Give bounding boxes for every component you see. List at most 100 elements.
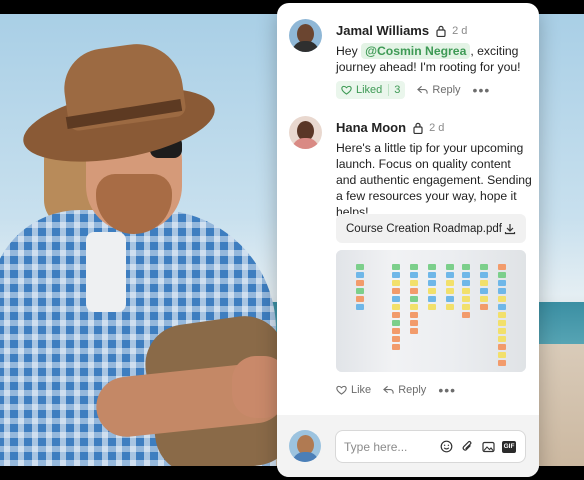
sticky-note — [498, 272, 506, 278]
sticky-note — [462, 296, 470, 302]
reply-icon — [383, 385, 394, 394]
more-icon[interactable]: ••• — [438, 383, 456, 397]
sticky-note — [480, 288, 488, 294]
sticky-note — [428, 272, 436, 278]
sticky-note — [428, 288, 436, 294]
attachment-name: Course Creation Roadmap.pdf — [346, 222, 502, 235]
sticky-note — [446, 288, 454, 294]
sticky-note — [446, 304, 454, 310]
sticky-note — [498, 280, 506, 286]
avatar-body — [292, 138, 319, 149]
gif-icon[interactable]: GIF — [501, 439, 517, 455]
author-name[interactable]: Hana Moon — [336, 120, 406, 135]
timestamp: 2 d — [452, 24, 468, 37]
comment-actions: Liked 3 Reply ••• — [336, 81, 490, 99]
attachment-chip[interactable]: Course Creation Roadmap.pdf — [336, 214, 526, 243]
like-button[interactable]: Like — [336, 384, 371, 396]
sticky-note — [498, 328, 506, 334]
sticky-note — [480, 272, 488, 278]
sticky-note — [462, 304, 470, 310]
more-icon[interactable]: ••• — [473, 83, 491, 97]
sticky-note — [410, 264, 418, 270]
attach-icon[interactable] — [459, 439, 475, 455]
sticky-note — [392, 336, 400, 342]
sticky-note — [410, 288, 418, 294]
reply-label: Reply — [398, 384, 427, 396]
lock-icon — [413, 122, 423, 134]
author-line: Hana Moon 2 d — [336, 120, 444, 135]
comment-text: Here's a little tip for your upcoming la… — [336, 141, 532, 219]
sticky-note — [498, 352, 506, 358]
sticky-note — [428, 280, 436, 286]
sticky-note — [392, 272, 400, 278]
liked-label: Liked — [356, 84, 383, 96]
sticky-note — [498, 344, 506, 350]
sticky-note — [480, 280, 488, 286]
sticky-note — [356, 264, 364, 270]
sticky-note — [428, 304, 436, 310]
sticky-note — [446, 264, 454, 270]
image-icon[interactable] — [480, 439, 496, 455]
heart-icon — [336, 385, 347, 395]
emoji-icon[interactable] — [438, 439, 454, 455]
reply-button[interactable]: Reply — [417, 84, 461, 96]
sticky-note — [498, 312, 506, 318]
sticky-note — [480, 264, 488, 270]
liked-button[interactable]: Liked 3 — [336, 81, 406, 99]
author-line: Jamal Williams 2 d — [336, 23, 467, 38]
sticky-note — [498, 288, 506, 294]
sticky-note — [446, 272, 454, 278]
sticky-note — [462, 288, 470, 294]
reply-button[interactable]: Reply — [383, 384, 426, 396]
sticky-note — [498, 336, 506, 342]
comment-text: Hey @Cosmin Negrea, exciting journey ahe… — [336, 43, 532, 75]
comments-card: Jamal Williams 2 d Hey @Cosmin Negrea, e… — [277, 3, 539, 477]
avatar[interactable] — [289, 116, 322, 149]
sticky-note — [356, 288, 364, 294]
sticky-note — [428, 264, 436, 270]
reply-label: Reply — [432, 84, 461, 96]
sticky-note — [392, 280, 400, 286]
sticky-note — [392, 320, 400, 326]
sticky-note — [462, 280, 470, 286]
author-name[interactable]: Jamal Williams — [336, 23, 429, 38]
lock-icon — [436, 25, 446, 37]
sticky-note — [356, 304, 364, 310]
sticky-note — [498, 360, 506, 366]
sticky-note — [446, 280, 454, 286]
sticky-note — [392, 264, 400, 270]
sticky-note — [428, 296, 436, 302]
avatar — [289, 430, 321, 462]
sticky-note — [392, 296, 400, 302]
timestamp: 2 d — [429, 121, 445, 134]
sticky-note — [498, 320, 506, 326]
sticky-note — [392, 344, 400, 350]
sticky-note — [410, 320, 418, 326]
sticky-note — [498, 304, 506, 310]
sticky-note — [498, 296, 506, 302]
sticky-note — [392, 304, 400, 310]
sticky-note — [392, 312, 400, 318]
avatar[interactable] — [289, 19, 322, 52]
reply-icon — [417, 85, 429, 94]
sticky-note — [410, 312, 418, 318]
mention-link[interactable]: @Cosmin Negrea — [361, 43, 471, 59]
sticky-note — [410, 272, 418, 278]
download-icon[interactable] — [504, 223, 516, 235]
comment-input-box: GIF — [335, 430, 526, 463]
undershirt — [86, 232, 126, 312]
sticky-note — [392, 328, 400, 334]
sticky-note — [498, 264, 506, 270]
comment-text-prefix: Hey — [336, 44, 362, 58]
avatar-body — [292, 452, 319, 462]
comment-actions: Like Reply ••• — [336, 381, 456, 399]
sticky-note — [410, 328, 418, 334]
sticky-note — [356, 280, 364, 286]
like-count: 3 — [388, 84, 400, 96]
heart-icon — [341, 85, 352, 95]
comment-jamal: Jamal Williams 2 d Hey @Cosmin Negrea, e… — [289, 19, 529, 103]
comment-input[interactable] — [344, 439, 430, 454]
attachment-preview[interactable] — [336, 250, 526, 372]
sticky-note — [480, 296, 488, 302]
sticky-note — [462, 264, 470, 270]
